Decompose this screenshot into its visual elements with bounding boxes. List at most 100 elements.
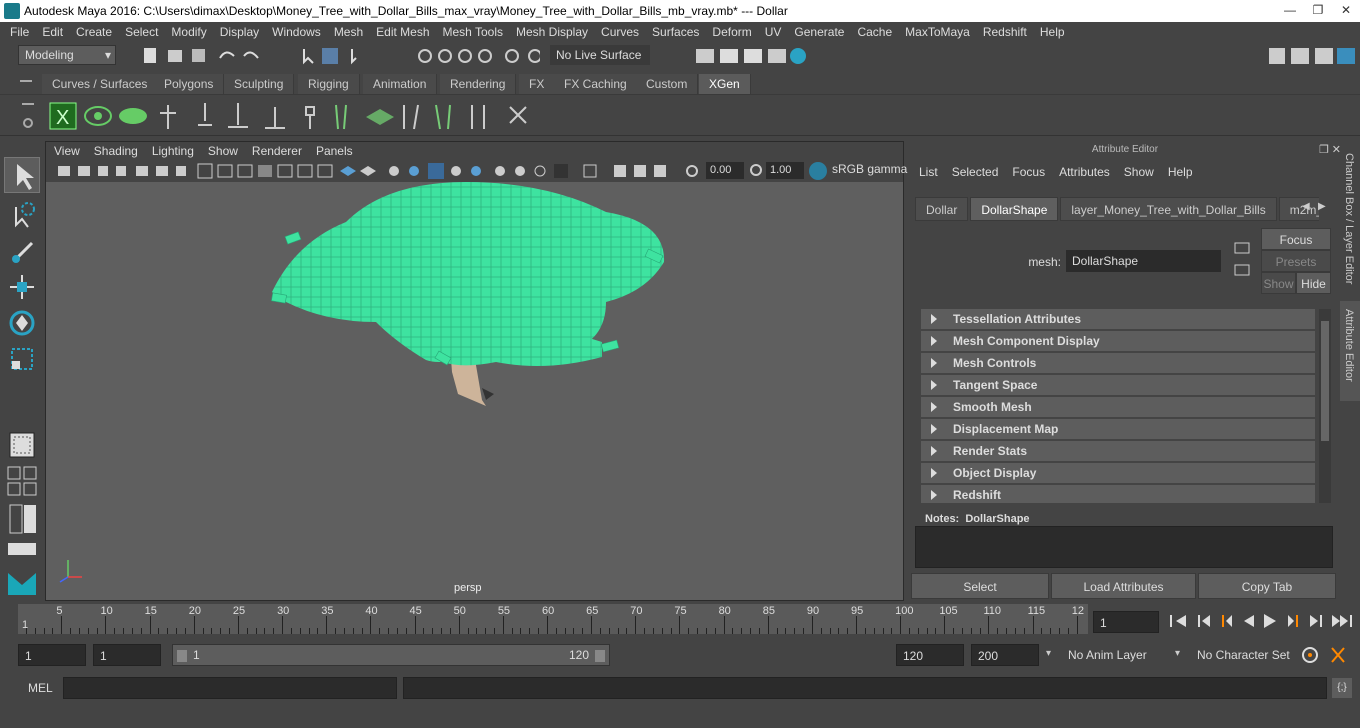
tab-fx[interactable]: FX — [519, 74, 556, 94]
tab-dollarshape[interactable]: DollarShape — [970, 197, 1059, 221]
tab-attribute-editor[interactable]: Attribute Editor — [1343, 309, 1355, 382]
tab-polygons[interactable]: Polygons — [154, 74, 225, 94]
anim-layer-chevron-icon[interactable]: ▾ — [1046, 648, 1051, 659]
show-button[interactable]: Show — [1261, 272, 1296, 294]
attr-menu-selected[interactable]: Selected — [952, 165, 999, 179]
menu-file[interactable]: File — [10, 25, 29, 39]
section-redshift[interactable]: Redshift — [921, 485, 1315, 503]
character-set-dropdown[interactable]: No Character Set — [1191, 644, 1297, 666]
current-frame-field[interactable]: 1 — [1093, 611, 1159, 633]
live-surface-field[interactable]: No Live Surface — [550, 45, 650, 65]
vp-menu-show[interactable]: Show — [208, 144, 238, 158]
char-set-chevron-icon[interactable]: ▾ — [1175, 648, 1180, 659]
vp-menu-renderer[interactable]: Renderer — [252, 144, 302, 158]
float-panel-icon[interactable]: ❐ — [1319, 143, 1329, 156]
section-mesh-component-display[interactable]: Mesh Component Display — [921, 331, 1315, 351]
vp-menu-lighting[interactable]: Lighting — [152, 144, 194, 158]
scrollbar-thumb[interactable] — [1321, 321, 1329, 441]
prefs-icons[interactable] — [1300, 644, 1356, 666]
layout-four-view-icon[interactable] — [4, 463, 40, 499]
tab-sculpting[interactable]: Sculpting — [224, 74, 295, 94]
presets-button[interactable]: Presets — [1261, 250, 1331, 272]
maya-home-icon[interactable] — [4, 563, 40, 599]
rotate-tool-icon[interactable] — [4, 305, 40, 341]
menu-deform[interactable]: Deform — [712, 25, 751, 39]
range-slider[interactable]: 1 120 — [172, 644, 610, 666]
gamma-field[interactable]: 1.00 — [766, 162, 804, 179]
exposure-field[interactable]: 0.00 — [706, 162, 744, 179]
select-button[interactable]: Select — [911, 573, 1049, 599]
section-mesh-controls[interactable]: Mesh Controls — [921, 353, 1315, 373]
tab-layer[interactable]: layer_Money_Tree_with_Dollar_Bills — [1060, 197, 1277, 221]
render-icons[interactable] — [680, 45, 820, 67]
vp-menu-view[interactable]: View — [54, 144, 80, 158]
tab-dollar[interactable]: Dollar — [915, 197, 969, 221]
shelf-options-icon[interactable] — [16, 99, 42, 133]
tab-scroll-left-icon[interactable]: ◀ — [1302, 201, 1310, 212]
color-space-label[interactable]: sRGB gamma — [832, 162, 907, 176]
range-start-handle[interactable] — [177, 650, 187, 662]
menu-mesh-tools[interactable]: Mesh Tools — [443, 25, 503, 39]
menu-edit-mesh[interactable]: Edit Mesh — [376, 25, 429, 39]
tab-m2m[interactable]: m2m_ — [1278, 197, 1319, 221]
tab-curves-surfaces[interactable]: Curves / Surfaces — [42, 74, 159, 94]
tab-fx-caching[interactable]: FX Caching — [554, 74, 638, 94]
menu-generate[interactable]: Generate — [794, 25, 844, 39]
menu-display[interactable]: Display — [220, 25, 259, 39]
viewport-toolbar-icons[interactable] — [54, 162, 704, 180]
file-tools-icons[interactable] — [140, 46, 540, 66]
color-management-icon[interactable] — [809, 162, 827, 180]
vp-menu-shading[interactable]: Shading — [94, 144, 138, 158]
menu-cache[interactable]: Cache — [857, 25, 892, 39]
section-tessellation[interactable]: Tessellation Attributes — [921, 309, 1315, 329]
vp-menu-panels[interactable]: Panels — [316, 144, 353, 158]
load-attributes-button[interactable]: Load Attributes — [1051, 573, 1196, 599]
mesh-name-field[interactable]: DollarShape — [1066, 250, 1221, 272]
animation-end-field[interactable]: 200 — [971, 644, 1039, 666]
minimize-button[interactable]: — — [1276, 0, 1304, 20]
menu-mesh[interactable]: Mesh — [334, 25, 363, 39]
lasso-tool-icon[interactable] — [4, 197, 40, 233]
paint-select-tool-icon[interactable] — [4, 233, 40, 269]
layout-outliner-icon[interactable] — [4, 537, 40, 561]
animation-start-field[interactable]: 1 — [18, 644, 86, 666]
menu-select[interactable]: Select — [125, 25, 158, 39]
menu-help[interactable]: Help — [1040, 25, 1065, 39]
range-end-handle[interactable] — [595, 650, 605, 662]
menu-redshift[interactable]: Redshift — [983, 25, 1027, 39]
tab-channel-box[interactable]: Channel Box / Layer Editor — [1343, 153, 1355, 284]
tab-rendering[interactable]: Rendering — [440, 74, 517, 94]
tab-scroll-right-icon[interactable]: ▶ — [1318, 201, 1326, 212]
menu-edit[interactable]: Edit — [42, 25, 63, 39]
tab-custom[interactable]: Custom — [636, 74, 699, 94]
layout-two-view-icon[interactable] — [4, 501, 40, 537]
xgen-tool-icons[interactable]: X — [48, 99, 548, 133]
section-tangent-space[interactable]: Tangent Space — [921, 375, 1315, 395]
tab-animation[interactable]: Animation — [363, 74, 438, 94]
layout-single-icon[interactable] — [4, 427, 40, 463]
mel-label[interactable]: MEL — [28, 681, 53, 695]
section-displacement-map[interactable]: Displacement Map — [921, 419, 1315, 439]
section-render-stats[interactable]: Render Stats — [921, 441, 1315, 461]
menu-curves[interactable]: Curves — [601, 25, 639, 39]
attr-menu-list[interactable]: List — [919, 165, 938, 179]
notes-textarea[interactable] — [915, 526, 1333, 568]
tab-rigging[interactable]: Rigging — [298, 74, 360, 94]
menu-mesh-display[interactable]: Mesh Display — [516, 25, 588, 39]
close-button[interactable]: ✕ — [1332, 0, 1360, 20]
menu-maxtomaya[interactable]: MaxToMaya — [905, 25, 970, 39]
menu-create[interactable]: Create — [76, 25, 112, 39]
copy-tab-button[interactable]: Copy Tab — [1198, 573, 1336, 599]
shelf-menu-icon[interactable] — [20, 80, 32, 82]
viewport-canvas[interactable]: persp — [46, 182, 903, 600]
command-input[interactable] — [63, 677, 397, 699]
playback-start-field[interactable]: 1 — [93, 644, 161, 666]
anim-layer-dropdown[interactable]: No Anim Layer — [1062, 644, 1162, 666]
menuset-dropdown[interactable]: Modeling ▾ — [18, 45, 116, 65]
menu-windows[interactable]: Windows — [272, 25, 321, 39]
playback-end-field[interactable]: 120 — [896, 644, 964, 666]
node-nav-icons[interactable] — [1233, 241, 1251, 281]
attr-menu-help[interactable]: Help — [1168, 165, 1193, 179]
playback-controls[interactable] — [1166, 610, 1360, 632]
timeline-ruler[interactable]: 1 5 10 15 20 25 30 35 40 45 50 55 60 65 70 75 80 85 90 95 1… — [18, 604, 1088, 634]
